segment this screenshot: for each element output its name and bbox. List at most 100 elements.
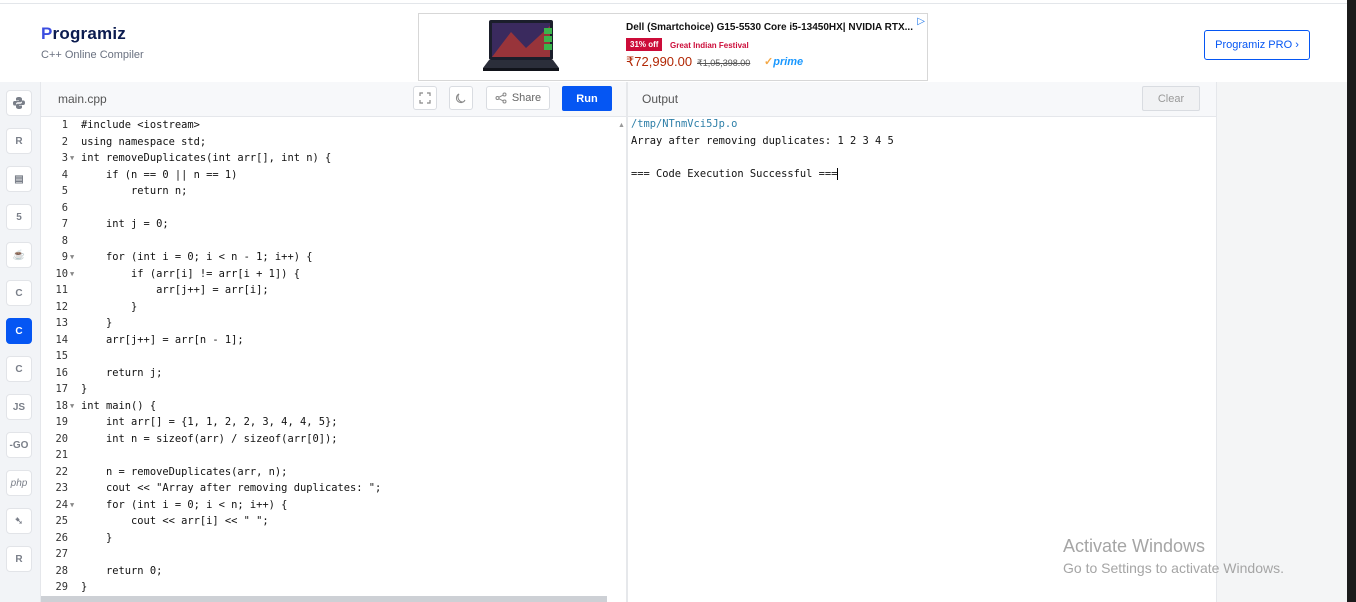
code-line[interactable]: 18 ▼ int main() { — [41, 398, 626, 415]
code-line[interactable]: 29} — [41, 579, 626, 596]
code-line[interactable]: 2 using namespace std; — [41, 134, 626, 151]
csharp-glyph: C — [15, 363, 23, 375]
editor-toolbar: main.cpp Share Run — [41, 82, 626, 117]
code-line[interactable]: 13 } — [41, 315, 626, 332]
csharp-icon[interactable]: C — [6, 356, 32, 382]
r-icon[interactable]: R — [6, 128, 32, 154]
fold-arrow-icon[interactable]: ▼ — [70, 150, 74, 167]
cpp-icon[interactable]: C — [6, 318, 32, 344]
rust-icon[interactable]: R — [6, 546, 32, 572]
ad-banner[interactable]: Dell (Smartchoice) G15-5530 Core i5-1345… — [418, 13, 928, 81]
line-number: 22 — [55, 465, 68, 478]
laptop-ad-image — [483, 20, 559, 71]
line-number: 7 — [61, 218, 68, 230]
output-title: Output — [642, 92, 679, 106]
output-console[interactable]: /tmp/NTnmVci5Jp.o Array after removing d… — [628, 117, 1216, 602]
code-line[interactable]: 7 int j = 0; — [41, 216, 626, 233]
ad-title: Dell (Smartchoice) G15-5530 Core i5-1345… — [626, 22, 913, 33]
line-number: 20 — [55, 432, 68, 445]
adchoices-icon[interactable]: ▷ — [917, 16, 925, 27]
java-glyph: ☕ — [12, 249, 26, 261]
code-editor[interactable]: 1 #include <iostream> 2 using namespace std… — [41, 117, 626, 597]
code-line[interactable]: 10 ▼ if (arr[i] != arr[i + 1]) { — [41, 266, 626, 283]
code-line[interactable]: 15 — [41, 348, 626, 365]
programiz-pro-button[interactable]: Programiz PRO › — [1204, 30, 1310, 60]
share-button[interactable]: Share — [486, 86, 550, 110]
code-line[interactable]: 5 return n; — [41, 183, 626, 200]
code-line[interactable]: 11 arr[j++] = arr[i]; — [41, 282, 626, 299]
line-number: 24 — [55, 498, 68, 511]
fullscreen-button[interactable] — [413, 86, 437, 110]
java-icon[interactable]: ☕ — [6, 242, 32, 268]
code-line[interactable]: 28 return 0; — [41, 563, 626, 580]
code-line[interactable]: 19 int arr[] = {1, 1, 2, 2, 3, 4, 4, 5}; — [41, 414, 626, 431]
code-line[interactable]: 6 — [41, 200, 626, 217]
fold-arrow-icon[interactable]: ▼ — [70, 249, 74, 266]
code-line[interactable]: 25 cout << arr[i] << " "; — [41, 513, 626, 530]
line-number: 19 — [55, 416, 68, 428]
line-number: 4 — [61, 168, 68, 181]
run-button[interactable]: Run — [562, 86, 612, 111]
output-status-line: === Code Execution Successful === — [631, 168, 839, 180]
swift-icon[interactable]: ➷ — [6, 508, 32, 534]
activate-windows-title: Activate Windows — [1063, 536, 1206, 556]
code-text: cout << arr[i] << " "; — [81, 515, 269, 527]
line-number: 29 — [55, 581, 68, 593]
javascript-icon[interactable]: JS — [6, 394, 32, 420]
line-number: 12 — [55, 300, 68, 313]
code-line[interactable]: 21 — [41, 447, 626, 464]
fold-arrow-icon[interactable]: ▼ — [70, 497, 74, 514]
editor-scroll-up-icon[interactable]: ▲ — [618, 122, 625, 129]
fold-arrow-icon[interactable]: ▼ — [70, 266, 74, 283]
swift-glyph: ➷ — [14, 515, 24, 527]
line-number: 6 — [61, 201, 68, 214]
python-icon[interactable] — [6, 90, 32, 116]
sql-icon[interactable]: ▤ — [6, 166, 32, 192]
code-line[interactable]: 3 ▼ int removeDuplicates(int arr[], int n)… — [41, 150, 626, 167]
compiler-subtitle: C++ Online Compiler — [41, 49, 144, 61]
window-scrollbar[interactable] — [1347, 0, 1356, 602]
code-line[interactable]: 1 #include <iostream> — [41, 117, 626, 134]
code-text: } — [81, 581, 88, 593]
code-text: arr[j++] = arr[n - 1]; — [81, 333, 244, 346]
output-status: === Code Execution Successful === — [631, 168, 838, 180]
line-number: 2 — [61, 135, 68, 148]
php-icon[interactable]: php — [6, 470, 32, 496]
code-line[interactable]: 17} — [41, 381, 626, 398]
code-text: for (int i = 0; i < n - 1; i++) { — [81, 251, 313, 263]
programiz-logo[interactable]: Programiz — [41, 24, 126, 44]
clear-button[interactable]: Clear — [1142, 86, 1200, 111]
cpp-glyph: C — [15, 325, 23, 337]
dark-mode-button[interactable] — [449, 86, 473, 110]
file-tab[interactable]: main.cpp — [58, 92, 107, 106]
code-text: for (int i = 0; i < n; i++) { — [81, 498, 288, 511]
site-header: Programiz C++ Online Compiler Dell (Smar… — [0, 4, 1347, 83]
code-line[interactable]: 14 arr[j++] = arr[n - 1]; — [41, 332, 626, 349]
code-line[interactable]: 16 return j; — [41, 365, 626, 382]
code-text: cout << "Array after removing duplicates… — [81, 482, 382, 494]
code-line[interactable]: 9 ▼ for (int i = 0; i < n - 1; i++) { — [41, 249, 626, 266]
fold-arrow-icon[interactable]: ▼ — [70, 398, 74, 415]
code-line[interactable]: 23 cout << "Array after removing duplica… — [41, 480, 626, 497]
line-number: 14 — [55, 333, 68, 346]
line-number: 15 — [55, 350, 68, 362]
html-icon[interactable]: 5 — [6, 204, 32, 230]
code-text: arr[j++] = arr[i]; — [81, 284, 269, 296]
editor-horizontal-scrollbar[interactable] — [41, 596, 607, 602]
code-line[interactable]: 26 } — [41, 530, 626, 547]
code-text: return n; — [81, 185, 188, 197]
code-line[interactable]: 27 — [41, 546, 626, 563]
c-icon[interactable]: C — [6, 280, 32, 306]
code-line[interactable]: 24 ▼ for (int i = 0; i < n; i++) { — [41, 497, 626, 514]
line-number: 23 — [55, 482, 68, 494]
go-icon[interactable]: -GO — [6, 432, 32, 458]
r-glyph: R — [15, 135, 23, 147]
code-text: int n = sizeof(arr) / sizeof(arr[0]); — [81, 432, 338, 445]
code-line[interactable]: 20 int n = sizeof(arr) / sizeof(arr[0]); — [41, 431, 626, 448]
line-number: 27 — [55, 548, 68, 560]
code-line[interactable]: 12 } — [41, 299, 626, 316]
code-line[interactable]: 22 n = removeDuplicates(arr, n); — [41, 464, 626, 481]
code-line[interactable]: 4 if (n == 0 || n == 1) — [41, 167, 626, 184]
code-line[interactable]: 8 — [41, 233, 626, 250]
logo-text: rogramiz — [52, 24, 126, 43]
